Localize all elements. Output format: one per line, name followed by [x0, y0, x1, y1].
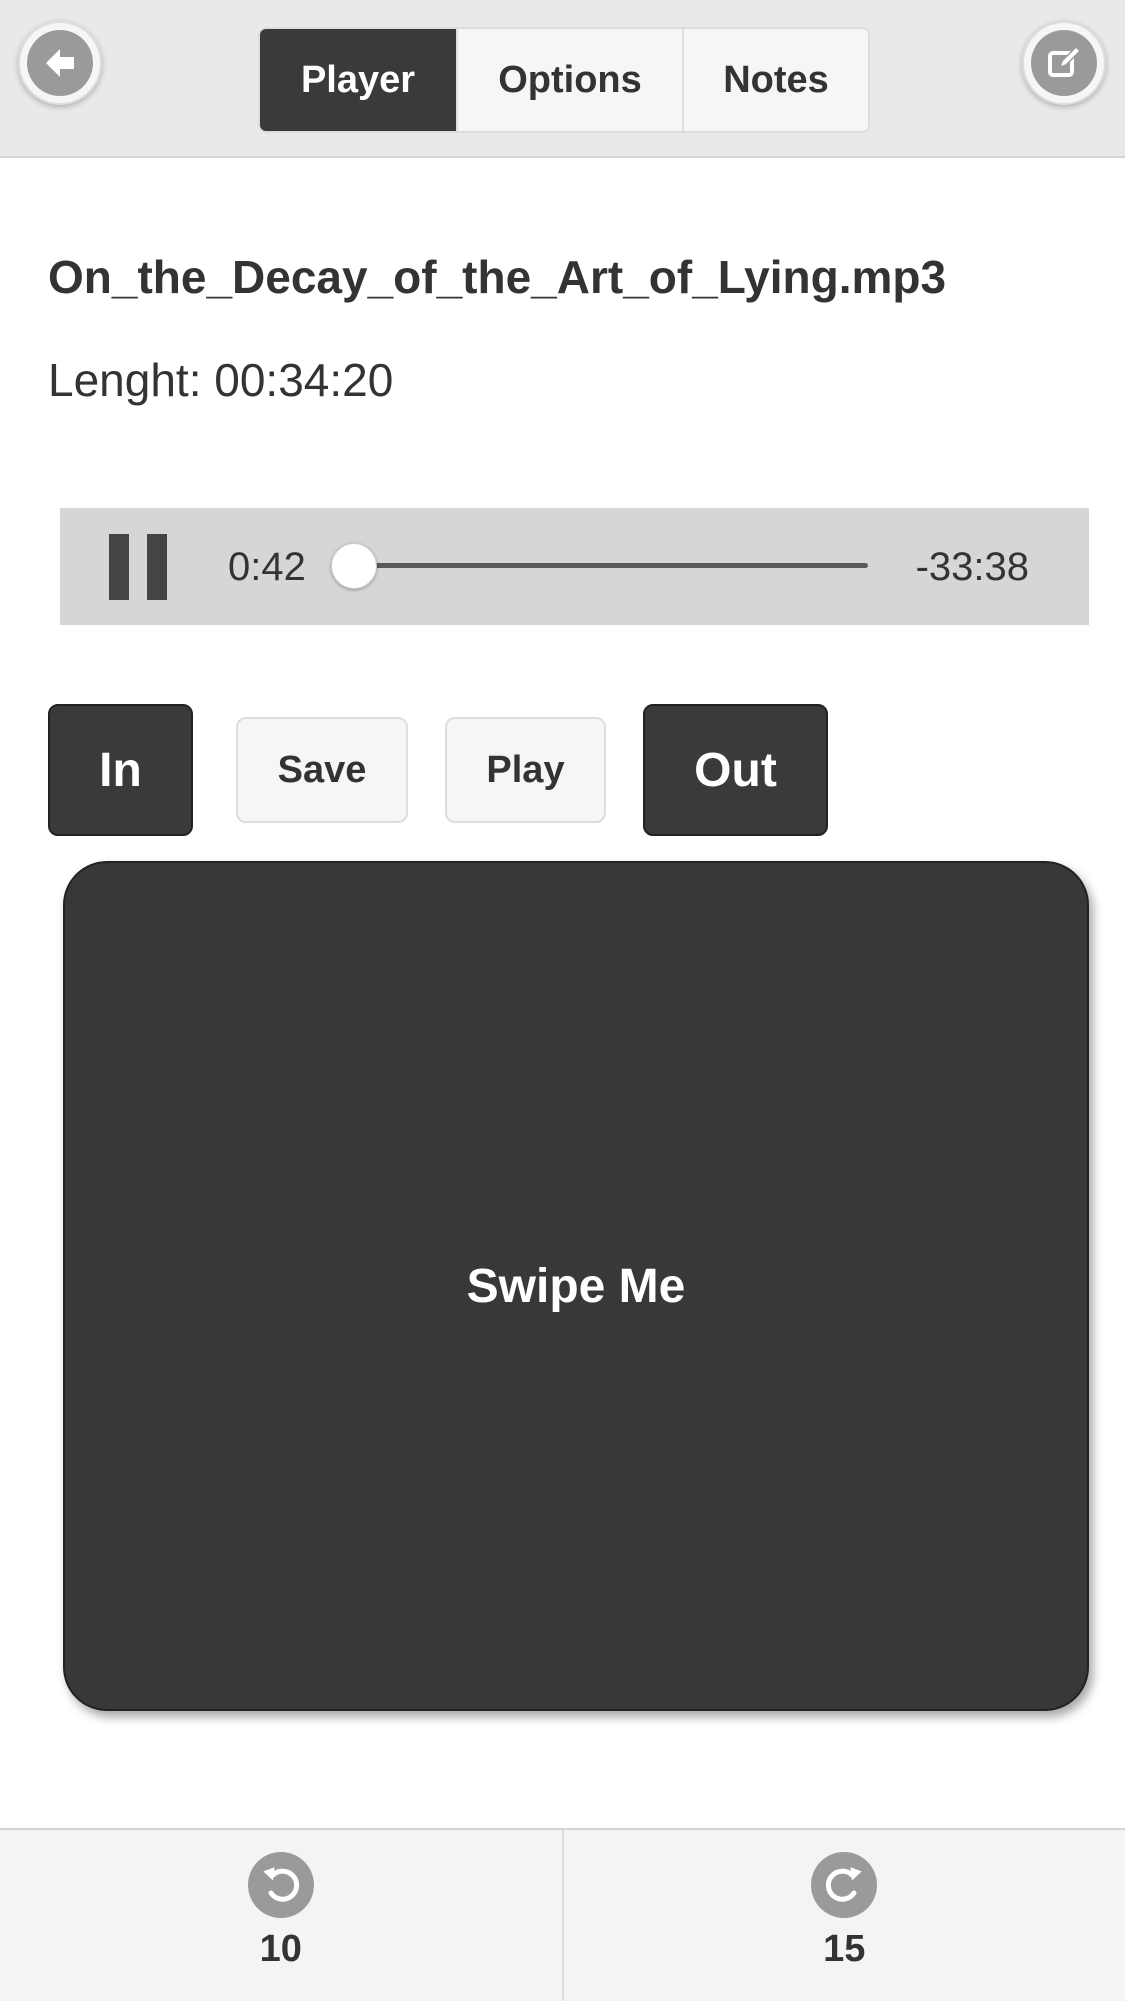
out-button[interactable]: Out — [643, 704, 828, 836]
remaining-time: -33:38 — [915, 545, 1029, 589]
edit-icon — [1031, 30, 1097, 96]
rewind-button[interactable]: 10 — [0, 1830, 562, 2001]
tab-options[interactable]: Options — [456, 29, 682, 131]
edit-button[interactable] — [1022, 21, 1106, 105]
audio-player: 0:42 -33:38 — [60, 508, 1089, 625]
seek-track[interactable] — [343, 563, 868, 568]
swipe-pad[interactable]: Swipe Me — [63, 861, 1089, 1711]
in-button[interactable]: In — [48, 704, 193, 836]
file-name: On_the_Decay_of_the_Art_of_Lying.mp3 — [48, 251, 947, 303]
rewind-seconds: 10 — [259, 1928, 302, 1970]
header-bar: Player Options Notes — [0, 0, 1125, 158]
play-button[interactable]: Play — [445, 717, 606, 823]
back-button[interactable] — [18, 21, 102, 105]
pause-icon[interactable] — [107, 534, 167, 600]
forward-icon — [811, 1852, 878, 1918]
tab-player[interactable]: Player — [260, 29, 456, 131]
file-length: Lenght: 00:34:20 — [48, 354, 394, 406]
tab-bar: Player Options Notes — [258, 27, 870, 133]
forward-seconds: 15 — [823, 1928, 866, 1970]
forward-button[interactable]: 15 — [561, 1830, 1125, 2001]
seek-thumb[interactable] — [330, 543, 377, 589]
rewind-icon — [247, 1852, 314, 1918]
save-button[interactable]: Save — [236, 717, 408, 823]
swipe-label: Swipe Me — [466, 1259, 686, 1313]
arrow-left-icon — [27, 30, 93, 96]
tab-notes[interactable]: Notes — [682, 29, 868, 131]
footer-bar: 10 15 — [0, 1828, 1125, 2001]
current-time: 0:42 — [228, 545, 306, 589]
